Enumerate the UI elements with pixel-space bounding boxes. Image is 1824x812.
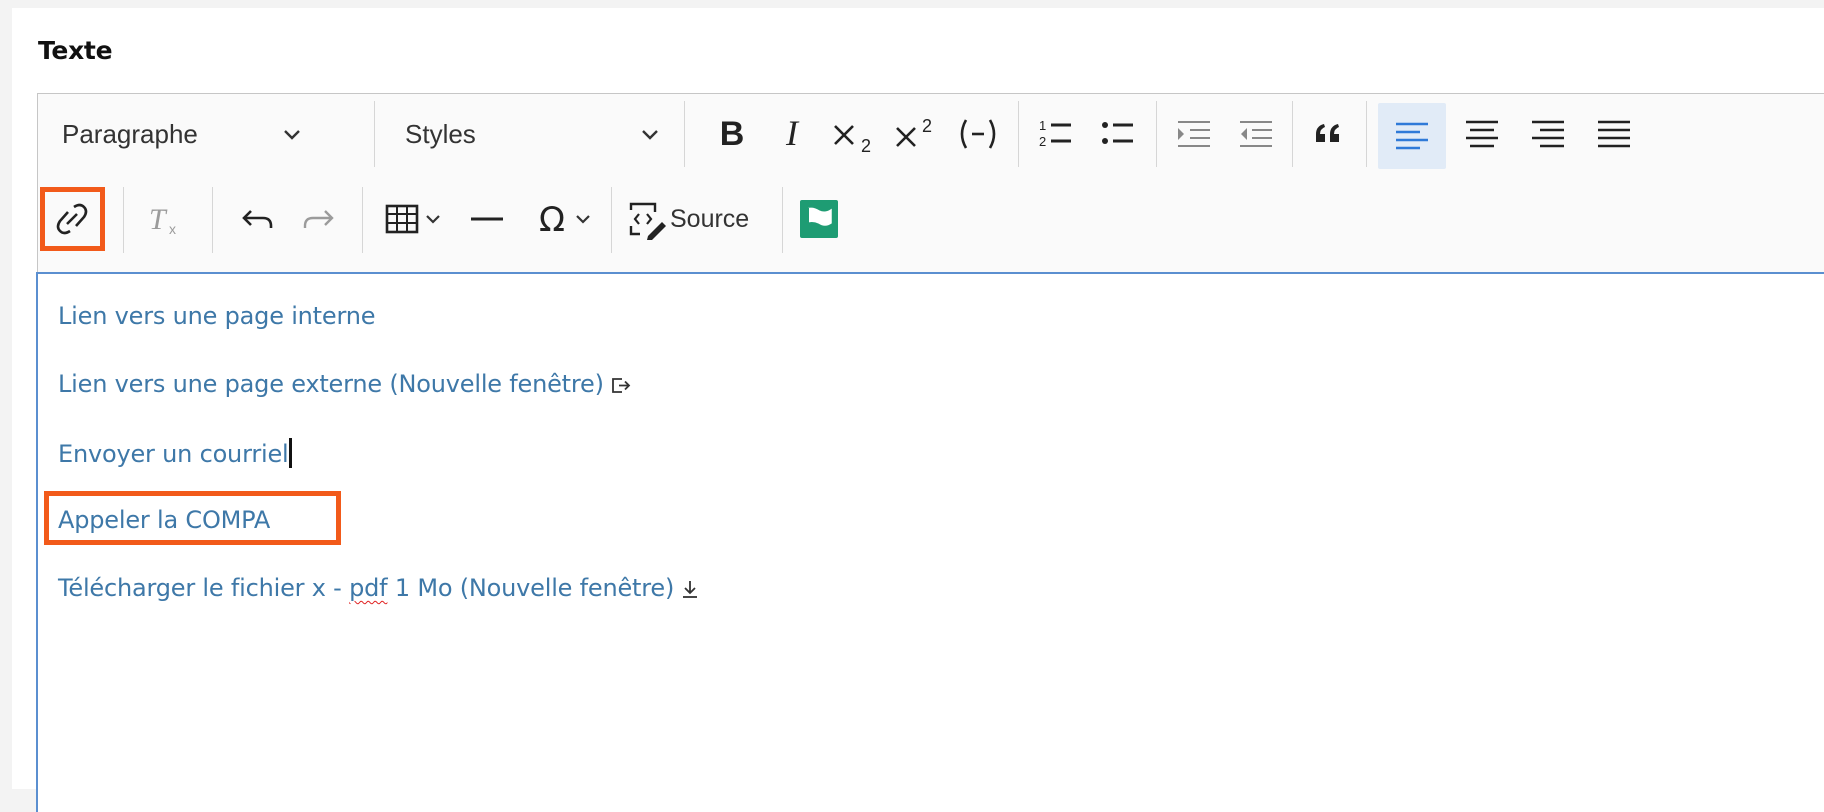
undo-button[interactable] bbox=[228, 190, 286, 248]
svg-text:I: I bbox=[785, 114, 800, 153]
spellcheck-word: pdf bbox=[349, 574, 388, 602]
svg-text:2: 2 bbox=[861, 136, 871, 156]
chevron-down-icon bbox=[284, 130, 300, 140]
toolbar-separator bbox=[212, 187, 213, 253]
link-button-highlight bbox=[40, 187, 105, 251]
italic-icon: I bbox=[785, 114, 800, 153]
toolbar-separator bbox=[1292, 101, 1293, 167]
text-cursor bbox=[289, 438, 293, 468]
align-center-icon bbox=[1466, 120, 1498, 148]
external-link[interactable]: Lien vers une page externe (Nouvelle fen… bbox=[58, 370, 632, 398]
toolbar-separator bbox=[123, 187, 124, 253]
download-link-text: Télécharger le fichier x - bbox=[58, 574, 350, 602]
remove-format-button[interactable]: Tx bbox=[136, 190, 194, 248]
toolbar-separator bbox=[374, 101, 375, 167]
svg-text:B: B bbox=[720, 115, 745, 153]
align-right-button[interactable] bbox=[1518, 106, 1578, 162]
flag-icon bbox=[800, 200, 838, 238]
subscript-button[interactable]: 2 bbox=[824, 106, 884, 162]
table-icon bbox=[385, 204, 419, 234]
source-button[interactable]: Source bbox=[622, 190, 776, 248]
parentheses-icon bbox=[960, 119, 996, 149]
toolbar-separator bbox=[362, 187, 363, 253]
toolbar-separator bbox=[611, 187, 612, 253]
indent-icon bbox=[1240, 121, 1272, 147]
external-link-text: Lien vers une page externe (Nouvelle fen… bbox=[58, 370, 604, 398]
field-label: Texte bbox=[38, 36, 113, 65]
external-link-icon bbox=[611, 378, 631, 393]
chevron-down-icon bbox=[642, 130, 658, 140]
align-left-button[interactable] bbox=[1378, 103, 1446, 169]
italic-button[interactable]: I bbox=[764, 106, 820, 162]
align-justify-icon bbox=[1598, 120, 1630, 148]
superscript-icon: 2 bbox=[896, 116, 932, 147]
download-icon bbox=[683, 581, 698, 598]
numbered-list-icon: 12 bbox=[1039, 118, 1071, 149]
source-icon bbox=[629, 202, 666, 240]
phone-link-highlight bbox=[44, 491, 341, 545]
source-label: Source bbox=[670, 204, 750, 233]
subscript-icon: 2 bbox=[834, 125, 871, 156]
redo-icon bbox=[303, 210, 334, 228]
svg-text:Ω: Ω bbox=[539, 200, 565, 239]
bold-icon: B bbox=[720, 115, 745, 153]
paragraph-dropdown-label: Paragraphe bbox=[62, 118, 198, 149]
special-character-icon: Ω bbox=[539, 200, 565, 239]
paragraph-dropdown[interactable]: Paragraphe bbox=[48, 106, 318, 162]
email-link[interactable]: Envoyer un courriel bbox=[58, 438, 293, 468]
align-left-icon bbox=[1396, 122, 1428, 150]
svg-text:1: 1 bbox=[1039, 118, 1046, 133]
bold-button[interactable]: B bbox=[704, 106, 760, 162]
svg-text:x: x bbox=[169, 221, 176, 237]
styles-dropdown[interactable]: Styles bbox=[391, 106, 676, 162]
internal-link-text: Lien vers une page interne bbox=[58, 302, 376, 330]
indent-button[interactable] bbox=[1228, 106, 1284, 162]
special-character-button[interactable]: Ω bbox=[522, 190, 604, 248]
svg-text:2: 2 bbox=[1039, 134, 1046, 149]
toolbar-separator bbox=[1156, 101, 1157, 167]
outdent-button[interactable] bbox=[1166, 106, 1222, 162]
table-button[interactable] bbox=[372, 190, 454, 248]
editor-content-area[interactable]: Lien vers une page interne Lien vers une… bbox=[36, 272, 1824, 812]
chevron-down-icon bbox=[426, 215, 440, 224]
toolbar-separator bbox=[782, 187, 783, 253]
horizontal-line-button[interactable] bbox=[458, 190, 516, 248]
download-link-text-end: 1 Mo (Nouvelle fenêtre) bbox=[387, 574, 675, 602]
internal-link[interactable]: Lien vers une page interne bbox=[58, 302, 375, 330]
remove-format-icon: Tx bbox=[149, 203, 176, 237]
bulleted-list-button[interactable] bbox=[1090, 106, 1146, 162]
svg-text:2: 2 bbox=[922, 116, 932, 136]
undo-icon bbox=[242, 210, 273, 228]
blockquote-icon bbox=[1316, 124, 1339, 142]
svg-text:T: T bbox=[149, 203, 168, 236]
bulleted-list-icon bbox=[1102, 122, 1133, 144]
redo-button[interactable] bbox=[290, 190, 348, 248]
align-right-icon bbox=[1532, 120, 1564, 148]
parentheses-button[interactable] bbox=[948, 106, 1008, 162]
flag-button[interactable] bbox=[790, 190, 848, 248]
toolbar-separator bbox=[1366, 101, 1367, 167]
email-link-text: Envoyer un courriel bbox=[58, 440, 289, 468]
align-justify-button[interactable] bbox=[1584, 106, 1644, 162]
toolbar-separator bbox=[684, 101, 685, 167]
numbered-list-button[interactable]: 12 bbox=[1028, 106, 1084, 162]
outdent-icon bbox=[1178, 121, 1210, 147]
toolbar-separator bbox=[1018, 101, 1019, 167]
styles-dropdown-label: Styles bbox=[405, 118, 476, 149]
rich-text-editor: Paragraphe Styles B I 2 2 12 T x Ω Sourc… bbox=[36, 93, 1824, 812]
horizontal-line-icon bbox=[471, 217, 503, 221]
blockquote-button[interactable] bbox=[1300, 106, 1358, 162]
superscript-button[interactable]: 2 bbox=[886, 106, 946, 162]
align-center-button[interactable] bbox=[1452, 106, 1512, 162]
editor-toolbar: Paragraphe Styles B I 2 2 12 T x Ω Sourc… bbox=[38, 94, 1824, 273]
chevron-down-icon bbox=[576, 215, 590, 224]
download-link[interactable]: Télécharger le fichier x - pdf 1 Mo (Nou… bbox=[58, 574, 700, 602]
